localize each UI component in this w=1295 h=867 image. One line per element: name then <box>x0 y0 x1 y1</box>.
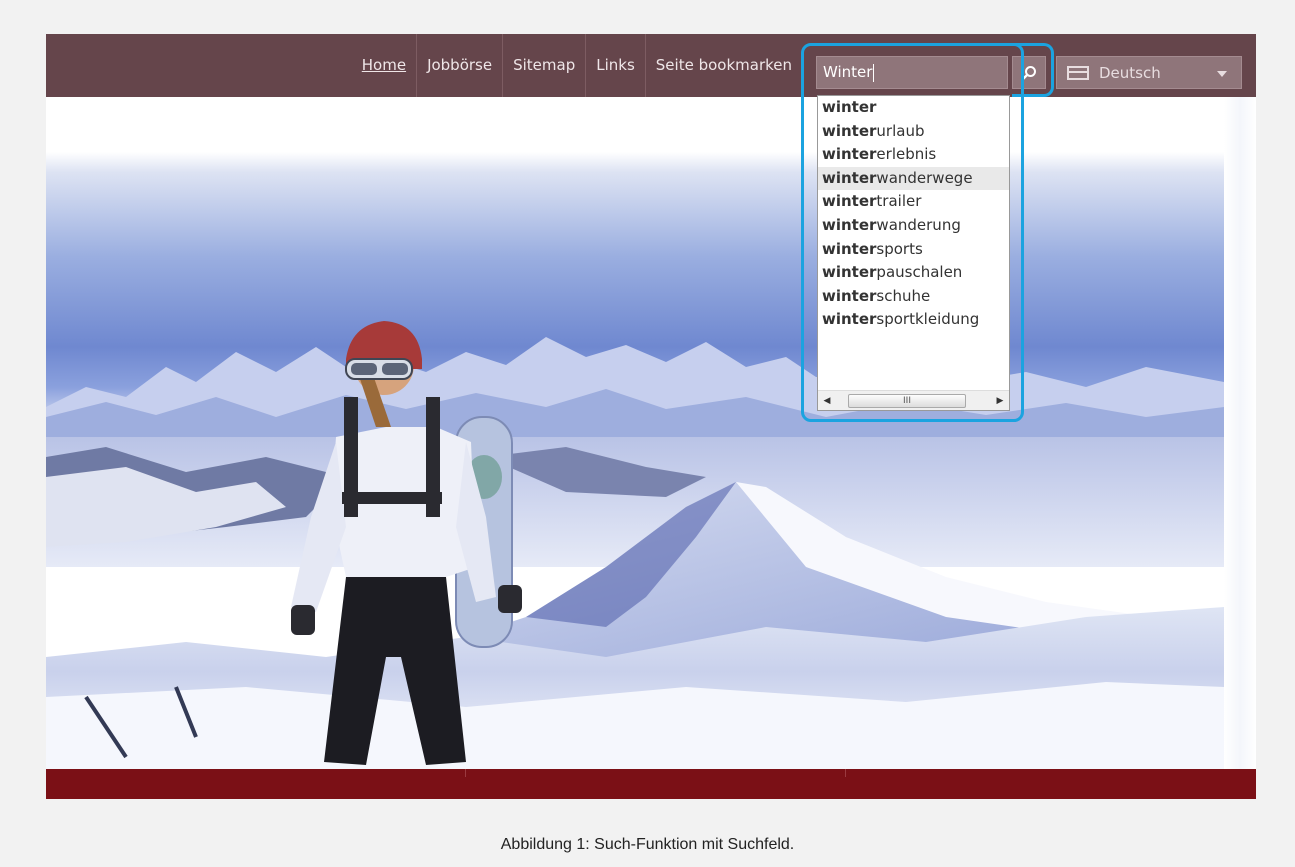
suggestion-item[interactable]: winterpauschalen <box>818 261 1009 285</box>
suggestion-match: winter <box>822 215 877 234</box>
stripe-divider <box>465 769 466 777</box>
search-icon <box>1021 65 1036 80</box>
hero-image-snowboarder-mountains <box>46 97 1224 769</box>
top-navigation-bar: Home Jobbörse Sitemap Links Seite bookma… <box>46 34 1256 97</box>
nav-item-bookmark[interactable]: Seite bookmarken <box>644 34 802 97</box>
suggestion-item[interactable]: winterschuhe <box>818 285 1009 309</box>
suggestion-rest: pauschalen <box>876 263 963 282</box>
scroll-right-arrow-icon[interactable]: ▶ <box>991 391 1009 410</box>
suggestion-item[interactable]: winter <box>818 96 1009 120</box>
nav-item-home[interactable]: Home <box>352 34 416 97</box>
bottom-color-stripe <box>46 769 1256 799</box>
suggestion-item[interactable]: wintererlebnis <box>818 143 1009 167</box>
suggestion-item[interactable]: wintertrailer <box>818 190 1009 214</box>
website-frame: Home Jobbörse Sitemap Links Seite bookma… <box>46 34 1256 799</box>
hero-right-edge <box>1224 97 1256 769</box>
nav-item-jobboerse[interactable]: Jobbörse <box>416 34 502 97</box>
stripe-divider <box>845 769 846 777</box>
hero-illustration <box>46 321 1224 769</box>
suggestion-item[interactable]: wintersportkleidung <box>818 308 1009 332</box>
language-select-value: Deutsch <box>1099 63 1161 82</box>
suggestion-match: winter <box>822 263 877 282</box>
search-button[interactable] <box>1012 56 1046 89</box>
suggestion-item[interactable]: winterwanderung <box>818 214 1009 238</box>
suggestion-rest: wanderung <box>876 215 961 234</box>
figure-caption: Abbildung 1: Such-Funktion mit Suchfeld. <box>500 836 795 853</box>
monitor-flag-icon <box>1067 65 1089 80</box>
language-select[interactable]: Deutsch <box>1056 56 1242 89</box>
suggestion-match: winter <box>822 310 877 329</box>
suggestion-match: winter <box>822 192 877 211</box>
suggestion-item[interactable]: wintersports <box>818 238 1009 262</box>
suggestion-match: winter <box>822 168 877 187</box>
suggestion-rest: schuhe <box>876 286 931 305</box>
suggestion-item-highlighted[interactable]: winterwanderwege <box>818 166 1009 191</box>
scroll-left-arrow-icon[interactable]: ◀ <box>818 391 836 410</box>
text-caret <box>873 63 875 82</box>
chevron-down-icon <box>1217 71 1227 77</box>
suggestion-rest: trailer <box>876 192 922 211</box>
suggestion-rest: urlaub <box>876 121 925 140</box>
horizontal-scrollbar[interactable]: ◀ III ▶ <box>818 390 1009 410</box>
search-input[interactable]: Winter <box>816 56 1008 89</box>
suggestion-match: winter <box>822 286 877 305</box>
nav-item-links[interactable]: Links <box>585 34 645 97</box>
main-nav: Home Jobbörse Sitemap Links Seite bookma… <box>352 34 802 97</box>
scrollbar-thumb[interactable]: III <box>848 394 966 408</box>
suggestion-item[interactable]: winterurlaub <box>818 120 1009 144</box>
suggestion-rest: erlebnis <box>876 145 937 164</box>
suggestion-match: winter <box>822 239 877 258</box>
suggestion-match: winter <box>822 145 877 164</box>
suggestion-match: winter <box>822 98 877 116</box>
suggestion-rest: wanderwege <box>876 168 973 187</box>
suggestion-match: winter <box>822 121 877 140</box>
search-suggestions-dropdown[interactable]: winter winterurlaub wintererlebnis winte… <box>817 95 1010 411</box>
nav-item-sitemap[interactable]: Sitemap <box>502 34 585 97</box>
suggestion-rest: sports <box>876 239 923 258</box>
search-input-value: Winter <box>823 63 873 81</box>
suggestion-rest: sportkleidung <box>876 310 980 329</box>
